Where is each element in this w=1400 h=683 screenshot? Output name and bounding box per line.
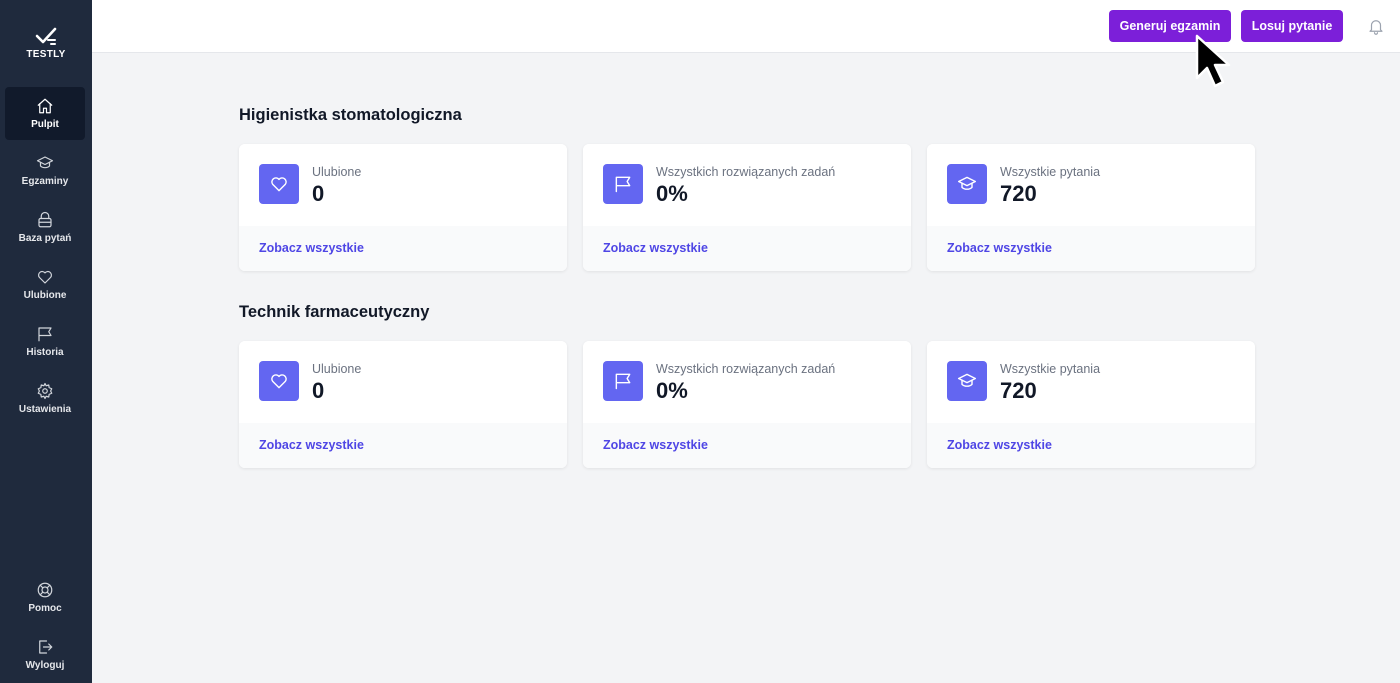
academic-cap-icon [957, 373, 977, 387]
gear-icon [37, 382, 53, 400]
top-bar: Generuj egzamin Losuj pytanie [92, 0, 1400, 53]
logo-text: TESTLY [26, 49, 66, 60]
stat-icon [259, 164, 299, 204]
random-question-button[interactable]: Losuj pytanie [1241, 10, 1343, 42]
stat-value: 720 [1000, 378, 1037, 403]
heart-icon [271, 374, 287, 389]
sidebar-item-label: Egzaminy [21, 176, 69, 187]
notifications-button[interactable] [1367, 17, 1385, 35]
see-all-link[interactable]: Zobacz wszystkie [603, 438, 708, 452]
stat-value: 0 [312, 378, 325, 403]
stat-label: Wszystkie pytania [1000, 165, 1101, 179]
section-title: Technik farmaceutyczny [239, 303, 430, 321]
sidebar-item-label: Baza pytań [18, 233, 72, 244]
archive-icon [38, 211, 52, 228]
sidebar-item-baza-pytan[interactable]: Baza pytań [5, 201, 85, 254]
stat-label: Ulubione [312, 362, 362, 376]
sidebar-item-label: Ulubione [23, 290, 67, 301]
sidebar-item-label: Wyloguj [25, 660, 65, 671]
sidebar-item-label: Historia [26, 347, 64, 358]
stat-value: 0% [656, 378, 688, 403]
sidebar-item-historia[interactable]: Historia [5, 315, 85, 368]
sidebar-item-label: Pulpit [31, 119, 59, 130]
sidebar: TESTLY Pulpit Egzaminy Baza pytań Ulubio… [0, 0, 92, 683]
stat-value: 0 [312, 181, 325, 206]
flag-icon [615, 176, 631, 193]
see-all-link[interactable]: Zobacz wszystkie [947, 438, 1052, 452]
stat-card-favorites: Ulubione 0 Zobacz wszystkie [239, 341, 567, 468]
stat-value: 0% [656, 181, 688, 206]
flag-icon [38, 327, 52, 342]
stat-card-favorites: Ulubione 0 Zobacz wszystkie [239, 144, 567, 271]
sidebar-item-pomoc[interactable]: Pomoc [5, 571, 85, 624]
heart-icon [271, 177, 287, 192]
academic-cap-icon [957, 176, 977, 190]
stat-icon [603, 164, 643, 204]
sidebar-item-ustawienia[interactable]: Ustawienia [5, 372, 85, 425]
stat-card-all-questions: Wszystkie pytania 720 Zobacz wszystkie [927, 341, 1255, 468]
stat-label: Wszystkich rozwiązanych zadań [656, 362, 836, 376]
flag-icon [615, 373, 631, 390]
stat-icon [947, 164, 987, 204]
generate-exam-button[interactable]: Generuj egzamin [1109, 10, 1231, 42]
stat-label: Wszystkich rozwiązanych zadań [656, 165, 836, 179]
sidebar-item-label: Ustawienia [18, 404, 72, 415]
stat-value: 720 [1000, 181, 1037, 206]
stat-card-solved: Wszystkich rozwiązanych zadań 0% Zobacz … [583, 144, 911, 271]
stat-card-solved: Wszystkich rozwiązanych zadań 0% Zobacz … [583, 341, 911, 468]
sidebar-item-ulubione[interactable]: Ulubione [5, 258, 85, 311]
sidebar-item-egzaminy[interactable]: Egzaminy [5, 144, 85, 197]
sidebar-item-pulpit[interactable]: Pulpit [5, 87, 85, 140]
stat-icon [947, 361, 987, 401]
see-all-link[interactable]: Zobacz wszystkie [259, 438, 364, 452]
sidebar-item-wyloguj[interactable]: Wyloguj [5, 628, 85, 681]
app-logo[interactable]: TESTLY [0, 26, 92, 60]
see-all-link[interactable]: Zobacz wszystkie [947, 241, 1052, 255]
logout-icon [39, 640, 53, 654]
heart-icon [38, 270, 52, 284]
stat-icon [259, 361, 299, 401]
see-all-link[interactable]: Zobacz wszystkie [603, 241, 708, 255]
stat-card-all-questions: Wszystkie pytania 720 Zobacz wszystkie [927, 144, 1255, 271]
home-icon [37, 98, 53, 114]
stat-label: Ulubione [312, 165, 362, 179]
bell-icon [1369, 20, 1383, 35]
lifebuoy-icon [37, 582, 53, 598]
see-all-link[interactable]: Zobacz wszystkie [259, 241, 364, 255]
academic-cap-icon [36, 156, 54, 169]
section-title: Higienistka stomatologiczna [239, 106, 462, 124]
logo-check-icon [35, 27, 57, 45]
stat-icon [603, 361, 643, 401]
stat-label: Wszystkie pytania [1000, 362, 1101, 376]
sidebar-item-label: Pomoc [28, 603, 62, 614]
